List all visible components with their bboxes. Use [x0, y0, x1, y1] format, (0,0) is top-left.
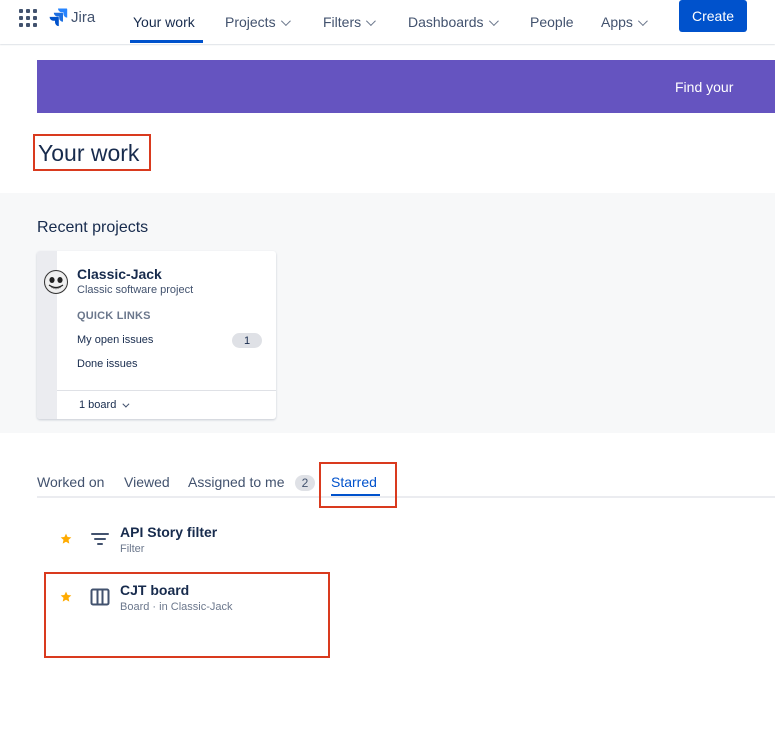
chevron-down-icon [366, 15, 376, 26]
jira-logo-icon [49, 8, 68, 27]
skull-avatar-icon [45, 271, 66, 292]
nav-dashboards[interactable]: Dashboards [408, 0, 499, 44]
app-switcher-icon[interactable] [19, 9, 37, 27]
nav-projects[interactable]: Projects [225, 0, 291, 44]
open-issues-count-badge: 1 [232, 333, 262, 348]
nav-active-indicator [130, 40, 203, 43]
promo-banner [37, 60, 775, 113]
highlight-box-cjt-board [44, 572, 330, 658]
quick-link-done-issues[interactable]: Done issues [77, 358, 138, 370]
starred-item-title[interactable]: API Story filter [120, 524, 217, 540]
boards-label: 1 board [79, 399, 117, 411]
nav-apps[interactable]: Apps [601, 0, 648, 44]
highlight-box-starred-tab [319, 462, 397, 508]
boards-dropdown[interactable]: 1 board [79, 399, 130, 411]
filter-icon [91, 533, 109, 545]
banner-text: Find your [675, 79, 734, 95]
starred-item-meta: Filter [120, 543, 145, 555]
highlight-box-title [33, 134, 151, 171]
assigned-count-badge: 2 [295, 475, 315, 491]
quick-links-label: QUICK LINKS [77, 310, 151, 322]
tab-assigned-to-me[interactable]: Assigned to me [188, 474, 285, 490]
recent-projects-heading: Recent projects [37, 219, 149, 236]
card-divider [57, 390, 276, 391]
nav-your-work-label: Your work [133, 14, 195, 30]
chevron-down-icon [637, 15, 648, 26]
chevron-down-icon [488, 15, 499, 26]
project-name[interactable]: Classic-Jack [77, 266, 162, 282]
quick-link-my-open-issues[interactable]: My open issues [77, 334, 153, 346]
star-icon[interactable] [60, 533, 72, 545]
nav-filters[interactable]: Filters [323, 0, 376, 44]
logo-text: Jira [71, 8, 96, 26]
create-button[interactable]: Create [679, 0, 747, 32]
nav-projects-label: Projects [225, 14, 276, 30]
nav-dashboards-label: Dashboards [408, 14, 484, 30]
jira-logo[interactable]: Jira [48, 6, 95, 28]
tab-worked-on[interactable]: Worked on [37, 474, 104, 490]
nav-apps-label: Apps [601, 14, 633, 30]
tabs-divider [37, 496, 775, 498]
nav-people-label: People [530, 14, 574, 30]
tab-viewed[interactable]: Viewed [124, 474, 170, 490]
nav-your-work[interactable]: Your work [133, 0, 195, 44]
chevron-down-icon [280, 15, 291, 26]
nav-people[interactable]: People [530, 0, 574, 44]
project-type: Classic software project [77, 284, 194, 296]
project-avatar [44, 270, 68, 294]
top-navigation: Jira Your work Projects Filters Dashboar… [0, 0, 775, 44]
nav-filters-label: Filters [323, 14, 362, 30]
